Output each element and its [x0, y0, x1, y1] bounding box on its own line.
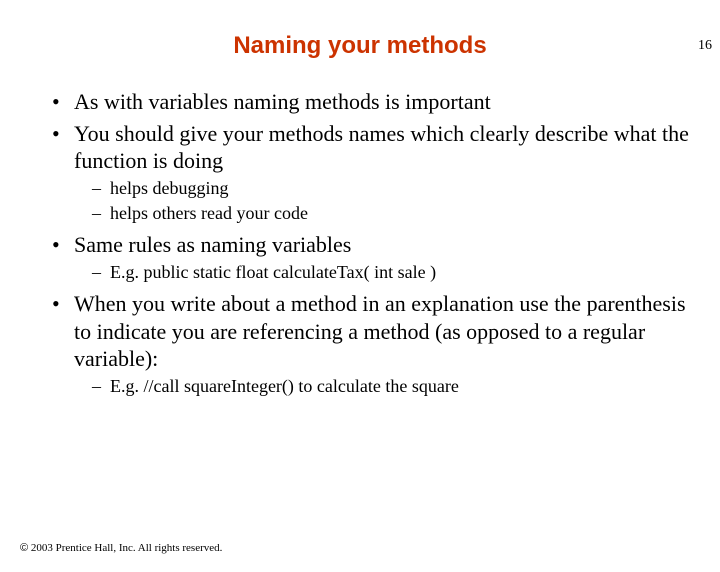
sub-bullet-item: helps others read your code — [74, 202, 690, 225]
bullet-item: Same rules as naming variables E.g. publ… — [48, 231, 690, 284]
bullet-item: You should give your methods names which… — [48, 120, 690, 226]
copyright-icon: © — [20, 542, 28, 554]
sub-bullet-item: helps debugging — [74, 177, 690, 200]
sub-bullet-list: helps debugging helps others read your c… — [74, 177, 690, 226]
sub-bullet-list: E.g. public static float calculateTax( i… — [74, 261, 690, 284]
bullet-list: As with variables naming methods is impo… — [48, 88, 690, 398]
bullet-text: You should give your methods names which… — [74, 121, 689, 174]
slide-title: Naming your methods — [0, 32, 720, 60]
bullet-item: As with variables naming methods is impo… — [48, 88, 690, 116]
copyright-footer: © 2003 Prentice Hall, Inc. All rights re… — [20, 542, 222, 554]
bullet-item: When you write about a method in an expl… — [48, 290, 690, 398]
bullet-text: When you write about a method in an expl… — [74, 291, 686, 371]
footer-text: 2003 Prentice Hall, Inc. All rights rese… — [28, 542, 222, 554]
sub-bullet-item: E.g. public static float calculateTax( i… — [74, 261, 690, 284]
bullet-text: Same rules as naming variables — [74, 232, 351, 257]
slide-content: As with variables naming methods is impo… — [0, 88, 720, 398]
sub-bullet-item: E.g. //call squareInteger() to calculate… — [74, 375, 690, 398]
sub-bullet-list: E.g. //call squareInteger() to calculate… — [74, 375, 690, 398]
page-number: 16 — [698, 38, 712, 54]
